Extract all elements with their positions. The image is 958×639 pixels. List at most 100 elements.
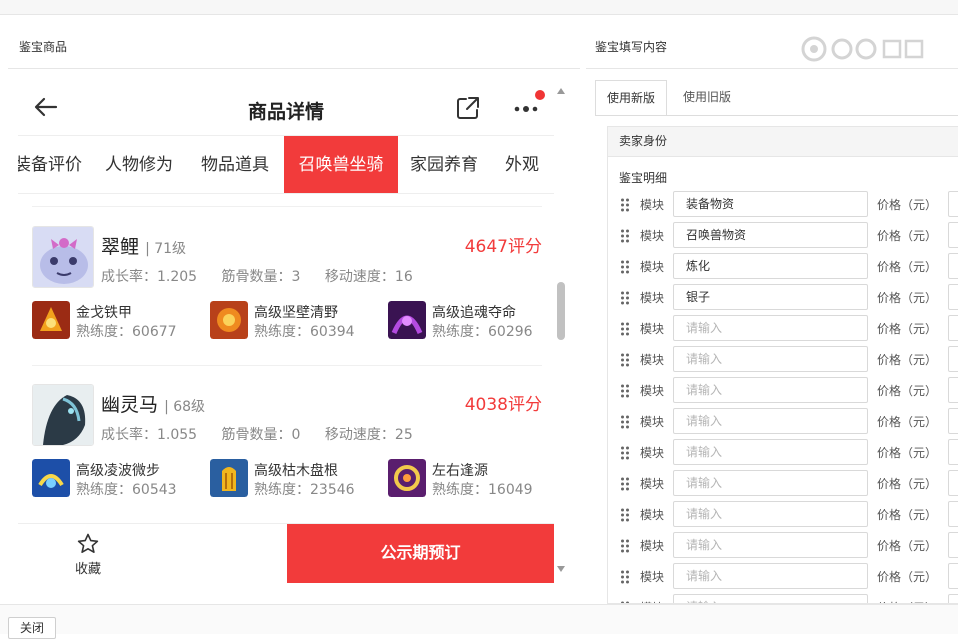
detail-row: 模块请输入价格（元）	[608, 439, 958, 465]
tab-underline	[595, 115, 958, 116]
module-label: 模块	[640, 384, 665, 398]
price-label: 价格（元）	[877, 508, 938, 522]
version-tabs: 使用新版 使用旧版	[595, 80, 958, 116]
drag-handle-icon[interactable]	[620, 197, 630, 212]
skill-proficiency: 熟练度：16049	[432, 482, 533, 498]
pet-stats: 成长率：1.055 筋骨数量：0 移动速度：25	[101, 424, 433, 444]
module-input[interactable]: 炼化	[673, 253, 868, 279]
drag-handle-icon[interactable]	[620, 569, 630, 584]
drag-handle-icon[interactable]	[620, 476, 630, 491]
price-input[interactable]	[948, 284, 958, 310]
module-label: 模块	[640, 539, 665, 553]
module-input[interactable]: 请输入	[673, 408, 868, 434]
scroll-thumb[interactable]	[557, 282, 565, 340]
left-panel-divider	[8, 68, 580, 69]
pet-level: | 68级	[164, 399, 206, 415]
price-label: 价格（元）	[877, 477, 938, 491]
drag-handle-icon[interactable]	[620, 259, 630, 274]
pet-card[interactable]: 幽灵马 | 68级 4038评分 成长率：1.055 筋骨数量：0 移动速度：2…	[32, 384, 542, 504]
drag-handle-icon[interactable]	[620, 228, 630, 243]
module-input[interactable]: 请输入	[673, 377, 868, 403]
module-input[interactable]: 请输入	[673, 439, 868, 465]
detail-row: 模块请输入价格（元）	[608, 346, 958, 372]
drag-handle-icon[interactable]	[620, 383, 630, 398]
skill-icon	[210, 459, 248, 497]
preview-scrollbar[interactable]	[556, 88, 566, 578]
module-input[interactable]: 银子	[673, 284, 868, 310]
tab-new-version[interactable]: 使用新版	[595, 80, 668, 116]
drag-handle-icon[interactable]	[620, 414, 630, 429]
detail-row: 模块 炼化 价格（元）	[608, 253, 958, 279]
price-input[interactable]	[948, 470, 958, 496]
price-label: 价格（元）	[877, 198, 938, 212]
favorite-label: 收藏	[74, 562, 101, 577]
drag-handle-icon[interactable]	[620, 445, 630, 460]
more-dots-icon[interactable]	[512, 96, 540, 120]
module-input[interactable]: 请输入	[673, 563, 868, 589]
pet-avatar	[32, 226, 94, 288]
price-label: 价格（元）	[877, 322, 938, 336]
tab-character[interactable]: 人物修为	[105, 136, 173, 193]
drag-handle-icon[interactable]	[620, 290, 630, 305]
favorite-button[interactable]: 收藏	[58, 532, 118, 577]
drag-handle-icon[interactable]	[620, 321, 630, 336]
price-input[interactable]	[948, 563, 958, 589]
module-label: 模块	[640, 260, 665, 274]
scroll-down-arrow-icon[interactable]	[557, 566, 565, 572]
price-input[interactable]	[948, 346, 958, 372]
drag-handle-icon[interactable]	[620, 538, 630, 553]
price-input[interactable]	[948, 222, 958, 248]
price-label: 价格（元）	[877, 415, 938, 429]
skill-name: 高级追魂夺命	[432, 305, 516, 321]
close-button[interactable]: 关闭	[8, 617, 57, 639]
drag-handle-icon[interactable]	[620, 352, 630, 367]
skill-name: 高级枯木盘根	[254, 463, 338, 479]
pet-card[interactable]: 翠鲤 | 71级 4647评分 成长率：1.205 筋骨数量：3 移动速度：16…	[32, 226, 542, 346]
share-icon[interactable]	[455, 95, 481, 121]
module-input[interactable]: 请输入	[673, 532, 868, 558]
growth-rate: 成长率：1.205	[101, 269, 198, 285]
module-input[interactable]: 召唤兽物资	[673, 222, 868, 248]
module-input[interactable]: 请输入	[673, 470, 868, 496]
tab-items[interactable]: 物品道具	[201, 136, 269, 193]
module-input[interactable]: 请输入	[673, 315, 868, 341]
price-input[interactable]	[948, 377, 958, 403]
window-top-bar	[0, 0, 958, 15]
price-input[interactable]	[948, 501, 958, 527]
price-input[interactable]	[948, 594, 958, 603]
detail-row: 模块 银子 价格（元）	[608, 284, 958, 310]
module-label: 模块	[640, 570, 665, 584]
skill-proficiency: 熟练度：23546	[254, 482, 355, 498]
price-input[interactable]	[948, 532, 958, 558]
tab-equipment[interactable]: 装备评价	[18, 136, 82, 193]
tab-pets-mounts[interactable]: 召唤兽坐骑	[284, 136, 398, 193]
tab-home[interactable]: 家园养育	[410, 136, 478, 193]
pet-avatar	[32, 384, 94, 446]
module-input[interactable]: 请输入	[673, 594, 868, 603]
skill-proficiency: 熟练度：60394	[254, 324, 355, 340]
price-input[interactable]	[948, 253, 958, 279]
detail-row: 模块请输入价格（元）	[608, 501, 958, 527]
scroll-up-arrow-icon[interactable]	[557, 88, 565, 94]
module-label: 模块	[640, 198, 665, 212]
growth-rate: 成长率：1.055	[101, 427, 198, 443]
skill-icon	[388, 301, 426, 339]
drag-handle-icon[interactable]	[620, 507, 630, 522]
tab-old-version[interactable]: 使用旧版	[672, 80, 742, 116]
module-input[interactable]: 装备物资	[673, 191, 868, 217]
skill-name: 金戈铁甲	[76, 305, 132, 321]
price-input[interactable]	[948, 191, 958, 217]
tab-appearance[interactable]: 外观	[505, 136, 539, 193]
price-input[interactable]	[948, 439, 958, 465]
module-label: 模块	[640, 229, 665, 243]
star-icon	[77, 533, 99, 553]
module-input[interactable]: 请输入	[673, 501, 868, 527]
module-input[interactable]: 请输入	[673, 346, 868, 372]
price-input[interactable]	[948, 315, 958, 341]
price-input[interactable]	[948, 408, 958, 434]
skill-item: 金戈铁甲 熟练度：60677	[32, 301, 202, 341]
preorder-button[interactable]: 公示期预订	[287, 524, 554, 583]
price-label: 价格（元）	[877, 570, 938, 584]
detail-nav-bar: 商品详情	[18, 78, 554, 136]
skill-proficiency: 熟练度：60677	[76, 324, 177, 340]
